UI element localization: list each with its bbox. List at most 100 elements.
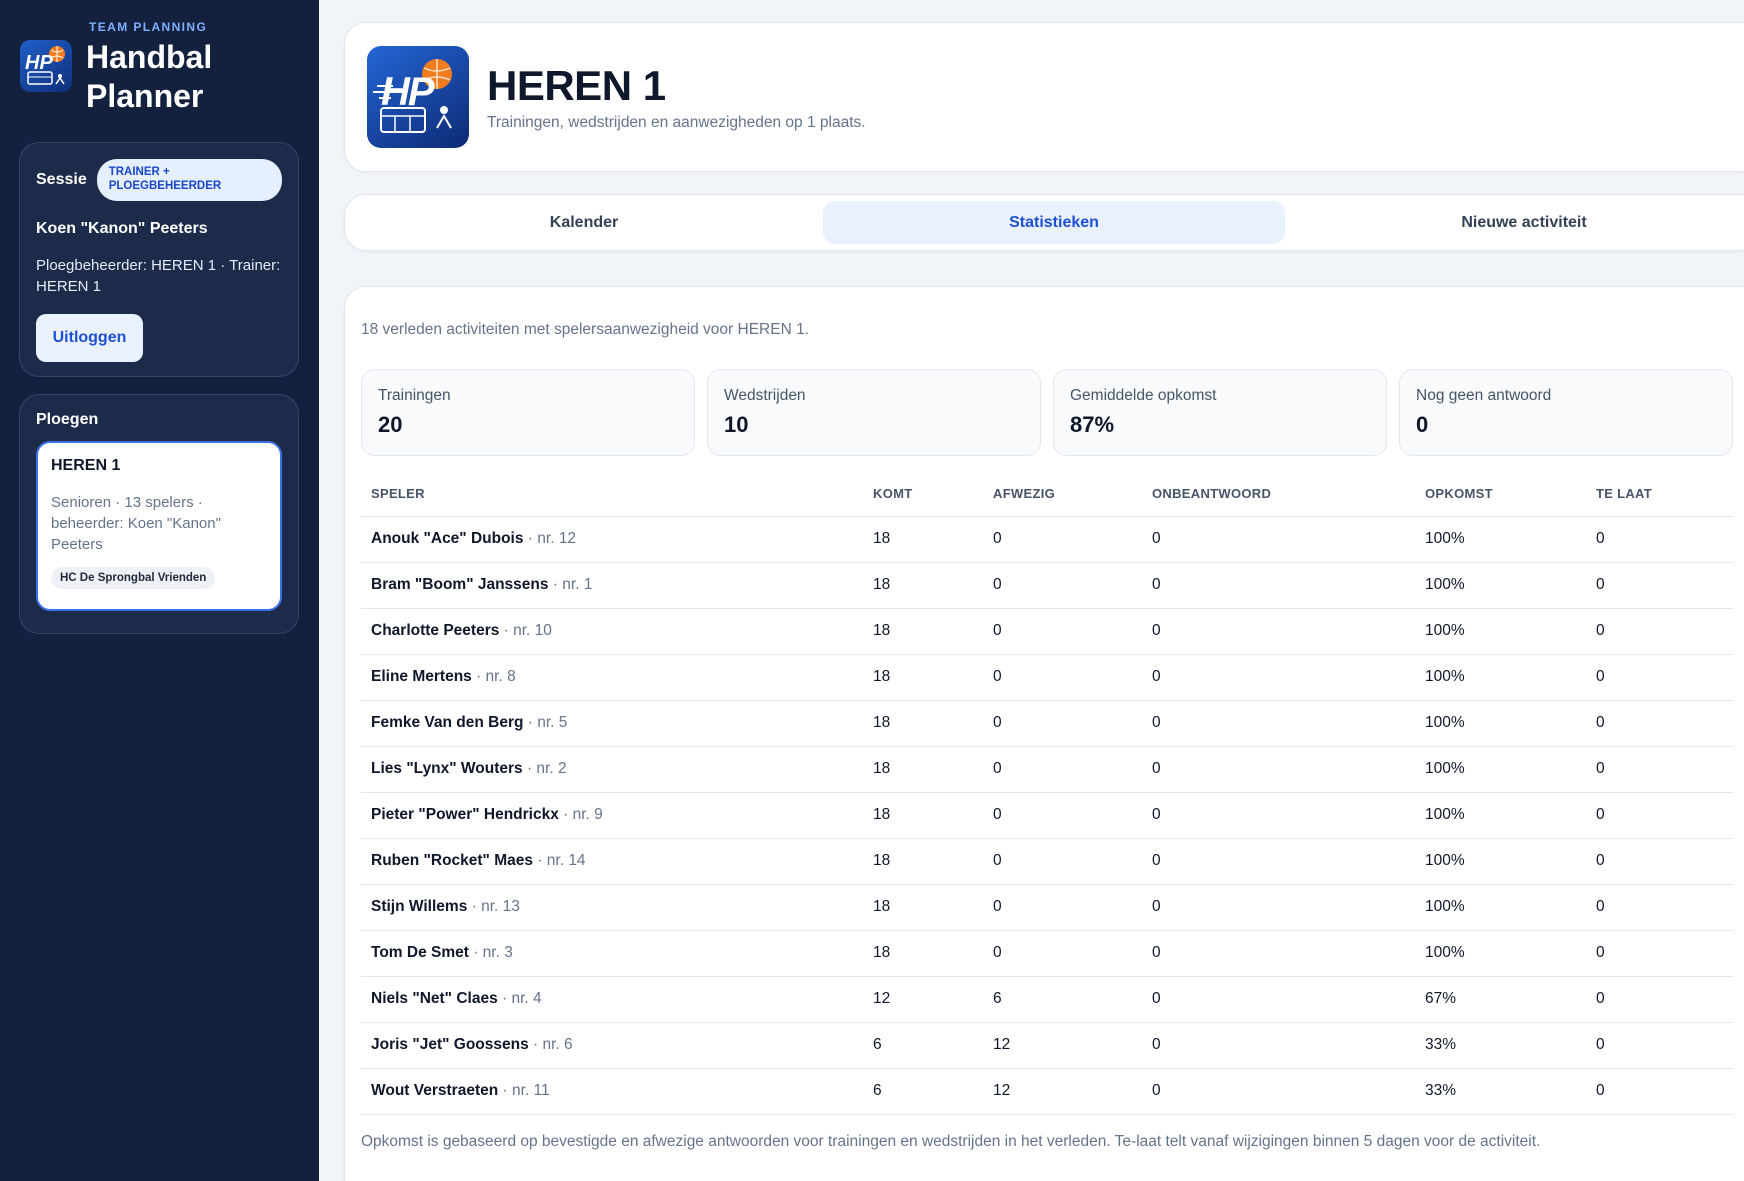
statistics-panel: 18 verleden activiteiten met spelersaanw… [344,286,1744,1181]
table-header-row: SPELER KOMT AFWEZIG ONBEANTWOORD OPKOMST… [361,472,1733,517]
opkomst-cell: 100% [1415,562,1586,609]
afwezig-cell: 0 [983,700,1142,747]
player-cell: Wout Verstraeten · nr. 11 [361,1068,863,1115]
table-row: Charlotte Peeters · nr. 10 18 0 0 100% 0 [361,608,1733,655]
table-row: Niels "Net" Claes · nr. 4 12 6 0 67% 0 [361,976,1733,1023]
logout-button[interactable]: Uitloggen [36,314,143,362]
afwezig-cell: 0 [983,792,1142,839]
tab-statistieken[interactable]: Statistieken [823,201,1285,244]
tab-bar: Kalender Statistieken Nieuwe activiteit [344,194,1744,251]
table-row: Joris "Jet" Goossens · nr. 6 6 12 0 33% 0 [361,1022,1733,1069]
afwezig-cell: 0 [983,608,1142,655]
player-cell: Tom De Smet · nr. 3 [361,930,863,977]
column-header-opkomst[interactable]: OPKOMST [1415,472,1586,517]
afwezig-cell: 0 [983,516,1142,563]
player-number: · nr. 6 [528,1036,573,1053]
sidebar: HP TEAM PLANNING Handbal Planner Sessie … [0,0,319,1181]
kpi-label: Trainingen [378,387,451,404]
player-name: Wout Verstraeten [371,1082,499,1099]
komt-cell: 18 [863,608,983,655]
afwezig-cell: 0 [983,654,1142,701]
column-header-te-laat[interactable]: TE LAAT [1586,472,1733,517]
table-row: Femke Van den Berg · nr. 5 18 0 0 100% 0 [361,700,1733,747]
te-laat-cell: 0 [1586,976,1733,1023]
onbeantwoord-cell: 0 [1142,838,1415,885]
komt-cell: 6 [863,1022,983,1069]
afwezig-cell: 12 [983,1068,1142,1115]
opkomst-cell: 67% [1415,976,1586,1023]
onbeantwoord-cell: 0 [1142,884,1415,931]
tab-nieuwe-activiteit[interactable]: Nieuwe activiteit [1293,201,1744,244]
header-logo-text: HP [381,70,435,114]
player-name: Stijn Willems [371,898,468,915]
player-cell: Lies "Lynx" Wouters · nr. 2 [361,746,863,793]
player-number: · nr. 3 [468,944,513,961]
opkomst-cell: 100% [1415,930,1586,977]
logo-text: HP [25,52,53,74]
player-number: · nr. 2 [522,760,567,777]
table-row: Tom De Smet · nr. 3 18 0 0 100% 0 [361,930,1733,977]
player-cell: Eline Mertens · nr. 8 [361,654,863,701]
onbeantwoord-cell: 0 [1142,516,1415,563]
komt-cell: 18 [863,746,983,793]
afwezig-cell: 0 [983,884,1142,931]
team-item-heren-1[interactable]: HEREN 1 Senioren · 13 spelers · beheerde… [36,441,282,611]
kpi-trainingen: Trainingen 20 [361,369,695,456]
player-number: · nr. 11 [498,1082,550,1099]
onbeantwoord-cell: 0 [1142,1068,1415,1115]
player-cell: Anouk "Ace" Dubois · nr. 12 [361,516,863,563]
session-label: Sessie [36,171,87,188]
player-name: Bram "Boom" Janssens [371,576,549,593]
player-cell: Pieter "Power" Hendrickx · nr. 9 [361,792,863,839]
onbeantwoord-cell: 0 [1142,654,1415,701]
opkomst-cell: 100% [1415,746,1586,793]
te-laat-cell: 0 [1586,1022,1733,1069]
team-header: HP HEREN 1 Trainingen, wedstrijden en aa… [344,22,1744,172]
player-name: Niels "Net" Claes [371,990,498,1007]
column-header-onbeantwoord[interactable]: ONBEANTWOORD [1142,472,1415,517]
column-header-speler[interactable]: SPELER [361,472,863,517]
onbeantwoord-cell: 0 [1142,608,1415,655]
te-laat-cell: 0 [1586,746,1733,793]
afwezig-cell: 0 [983,562,1142,609]
app-logo-icon: HP [20,40,72,92]
opkomst-cell: 100% [1415,700,1586,747]
player-name: Charlotte Peeters [371,622,500,639]
opkomst-cell: 100% [1415,654,1586,701]
teams-card: Ploegen HEREN 1 Senioren · 13 spelers · … [19,394,299,634]
player-cell: Charlotte Peeters · nr. 10 [361,608,863,655]
page-subtitle: Trainingen, wedstrijden en aanwezigheden… [487,114,866,131]
opkomst-cell: 100% [1415,516,1586,563]
table-row: Stijn Willems · nr. 13 18 0 0 100% 0 [361,884,1733,931]
kpi-gemiddelde-opkomst: Gemiddelde opkomst 87% [1053,369,1387,456]
player-number: · nr. 9 [558,806,603,823]
table-body: Anouk "Ace" Dubois · nr. 12 18 0 0 100% 0 Bram… [361,516,1733,1115]
te-laat-cell: 0 [1586,838,1733,885]
table-row: Ruben "Rocket" Maes · nr. 14 18 0 0 100% 0 [361,838,1733,885]
tab-kalender[interactable]: Kalender [353,201,815,244]
player-number: · nr. 10 [499,622,552,639]
session-user-name: Koen "Kanon" Peeters [36,220,208,237]
player-number: · nr. 13 [467,898,520,915]
te-laat-cell: 0 [1586,608,1733,655]
komt-cell: 18 [863,562,983,609]
te-laat-cell: 0 [1586,516,1733,563]
column-header-komt[interactable]: KOMT [863,472,983,517]
kpi-nog-geen-antwoord: Nog geen antwoord 0 [1399,369,1733,456]
brand-title-line2: Planner [86,78,204,114]
brand-title-line1: Handbal [86,39,213,75]
brand-eyebrow: TEAM PLANNING [89,20,208,34]
team-name: HEREN 1 [51,457,121,474]
table-row: Wout Verstraeten · nr. 11 6 12 0 33% 0 [361,1068,1733,1115]
player-name: Pieter "Power" Hendrickx [371,806,559,823]
page-title: HEREN 1 [487,62,666,109]
player-name: Joris "Jet" Goossens [371,1036,529,1053]
te-laat-cell: 0 [1586,792,1733,839]
column-header-afwezig[interactable]: AFWEZIG [983,472,1142,517]
onbeantwoord-cell: 0 [1142,562,1415,609]
kpi-value: 10 [724,412,749,437]
player-number: · nr. 8 [471,668,516,685]
player-name: Eline Mertens [371,668,472,685]
player-number: · nr. 4 [497,990,542,1007]
te-laat-cell: 0 [1586,1068,1733,1115]
